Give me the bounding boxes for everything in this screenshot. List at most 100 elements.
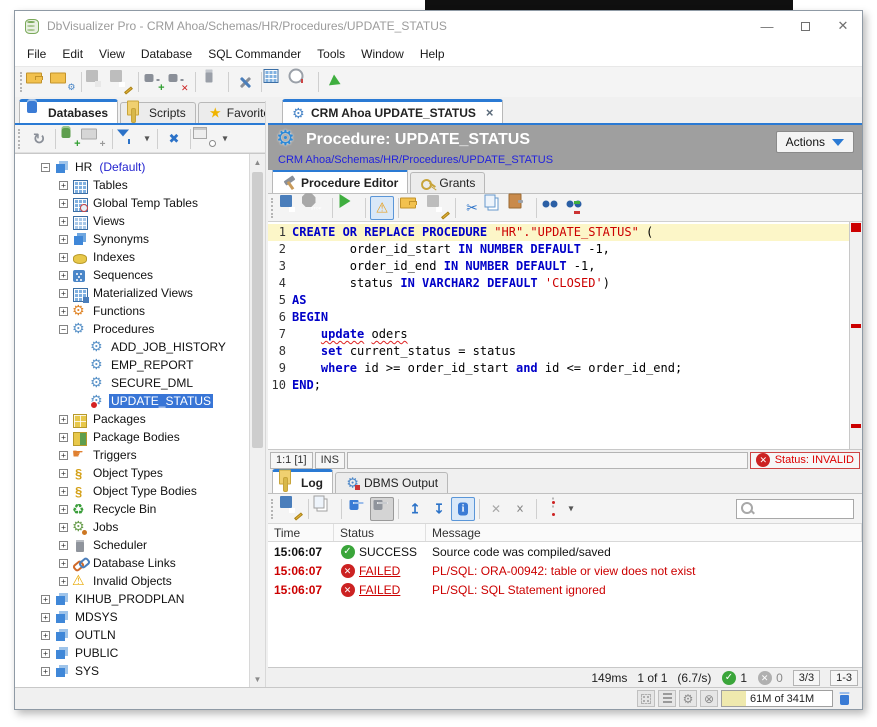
- tree-expander[interactable]: +: [59, 487, 68, 496]
- find-replace-icon[interactable]: [565, 196, 589, 220]
- copy-icon[interactable]: [313, 497, 337, 521]
- window-search-icon[interactable]: [195, 127, 219, 151]
- log-column-time[interactable]: Time: [268, 524, 334, 541]
- tree-expander[interactable]: +: [59, 469, 68, 478]
- error-marker[interactable]: [851, 424, 861, 428]
- tree-item-recycle-bin[interactable]: +Recycle Bin: [15, 500, 249, 518]
- tree-expander[interactable]: +: [41, 649, 50, 658]
- menu-item-file[interactable]: File: [19, 44, 54, 64]
- dropdown-icon[interactable]: [141, 127, 153, 151]
- server-icon[interactable]: [200, 70, 224, 94]
- tree-item-scheduler[interactable]: +Scheduler: [15, 536, 249, 554]
- scroll-bottom-icon[interactable]: [427, 497, 451, 521]
- log-row[interactable]: 15:06:07SUCCESSSource code was compiled/…: [268, 542, 862, 561]
- tree-item-materialized-views[interactable]: +Materialized Views: [15, 284, 249, 302]
- tree-expander[interactable]: +: [59, 541, 68, 550]
- save-icon[interactable]: [86, 70, 110, 94]
- tools-icon[interactable]: [233, 70, 257, 94]
- tree-item-public[interactable]: +PUBLIC: [15, 644, 249, 662]
- menu-item-tools[interactable]: Tools: [309, 44, 353, 64]
- tree-expander[interactable]: +: [41, 667, 50, 676]
- tree-expander[interactable]: −: [59, 325, 68, 334]
- tree-item-update-status[interactable]: UPDATE_STATUS: [15, 392, 249, 410]
- menu-item-help[interactable]: Help: [412, 44, 453, 64]
- tree-item-procedures[interactable]: −Procedures: [15, 320, 249, 338]
- tree-expander[interactable]: +: [59, 289, 68, 298]
- save-pencil-icon[interactable]: [110, 70, 134, 94]
- tree-item-package-bodies[interactable]: +Package Bodies: [15, 428, 249, 446]
- garbage-collect-button[interactable]: [836, 690, 856, 708]
- database-tree[interactable]: −HR(Default)+Tables+Global Temp Tables+V…: [15, 154, 249, 687]
- tree-item-object-type-bodies[interactable]: +Object Type Bodies: [15, 482, 249, 500]
- tree-expander[interactable]: −: [41, 163, 50, 172]
- tree-expander[interactable]: +: [59, 271, 68, 280]
- error-marker[interactable]: [851, 324, 861, 328]
- log-column-status[interactable]: Status: [334, 524, 426, 541]
- scroll-top-icon[interactable]: [403, 497, 427, 521]
- trash-gray-icon[interactable]: [370, 497, 394, 521]
- cut-icon[interactable]: [460, 196, 484, 220]
- collapse-icon[interactable]: [508, 497, 532, 521]
- tree-item-add-job-history[interactable]: ADD_JOB_HISTORY: [15, 338, 249, 356]
- menu-item-edit[interactable]: Edit: [54, 44, 91, 64]
- tab-log[interactable]: Log: [272, 469, 333, 493]
- info-icon[interactable]: [451, 497, 475, 521]
- log-status-label[interactable]: FAILED: [359, 583, 400, 597]
- trash-blue-icon[interactable]: [346, 497, 370, 521]
- collapse-all-icon[interactable]: [162, 127, 186, 151]
- tree-expander[interactable]: +: [41, 595, 50, 604]
- tree-item-invalid-objects[interactable]: +Invalid Objects: [15, 572, 249, 590]
- sql-editor[interactable]: 1CREATE OR REPLACE PROCEDURE "HR"."UPDAT…: [268, 222, 862, 450]
- scroll-down-button[interactable]: ▼: [250, 671, 265, 687]
- tree-item-triggers[interactable]: +Triggers: [15, 446, 249, 464]
- tree-item-object-types[interactable]: +Object Types: [15, 464, 249, 482]
- save-pencil-icon[interactable]: [427, 196, 451, 220]
- menu-item-database[interactable]: Database: [133, 44, 200, 64]
- menu-item-view[interactable]: View: [91, 44, 133, 64]
- scroll-track[interactable]: [250, 170, 265, 671]
- log-search-field[interactable]: [736, 499, 854, 519]
- dropdown-icon[interactable]: [219, 127, 231, 151]
- error-marker[interactable]: [851, 223, 861, 232]
- tree-expander[interactable]: +: [59, 199, 68, 208]
- tree-expander[interactable]: +: [59, 433, 68, 442]
- tree-expander[interactable]: +: [59, 235, 68, 244]
- close-button[interactable]: ✕: [824, 11, 862, 41]
- tree-item-views[interactable]: +Views: [15, 212, 249, 230]
- tab-databases[interactable]: Databases: [19, 99, 118, 123]
- tab-scripts[interactable]: Scripts: [120, 102, 196, 123]
- find-icon[interactable]: [541, 196, 565, 220]
- tree-item-outln[interactable]: +OUTLN: [15, 626, 249, 644]
- close-tab-icon[interactable]: ×: [486, 105, 494, 120]
- tree-item-sequences[interactable]: +Sequences: [15, 266, 249, 284]
- scroll-up-button[interactable]: ▲: [250, 154, 265, 170]
- connect-icon[interactable]: [143, 70, 167, 94]
- tree-item-global-temp-tables[interactable]: +Global Temp Tables: [15, 194, 249, 212]
- tree-expander[interactable]: +: [59, 505, 68, 514]
- tree-expander[interactable]: +: [59, 577, 68, 586]
- tree-expander[interactable]: +: [41, 631, 50, 640]
- tree-expander[interactable]: +: [59, 451, 68, 460]
- editor-toolbar-grip[interactable]: [271, 198, 277, 218]
- run-icon[interactable]: [337, 196, 361, 220]
- table-grid-icon[interactable]: [266, 70, 290, 94]
- log-search-input[interactable]: [757, 502, 850, 516]
- tree-item-secure-dml[interactable]: SECURE_DML: [15, 374, 249, 392]
- tree-item-database-links[interactable]: +Database Links: [15, 554, 249, 572]
- tree-item-functions[interactable]: +Functions: [15, 302, 249, 320]
- log-toolbar-grip[interactable]: [271, 499, 277, 519]
- log-row[interactable]: 15:06:07FAILEDPL/SQL: SQL Statement igno…: [268, 580, 862, 599]
- expand-icon[interactable]: [484, 497, 508, 521]
- scroll-thumb[interactable]: [252, 172, 263, 448]
- tree-item-packages[interactable]: +Packages: [15, 410, 249, 428]
- tree-expander[interactable]: +: [41, 613, 50, 622]
- tree-toolbar-grip[interactable]: [18, 129, 24, 149]
- log-status-label[interactable]: FAILED: [359, 564, 400, 578]
- tree-expander[interactable]: +: [59, 559, 68, 568]
- tab-crm-ahoa-update-status[interactable]: CRM Ahoa UPDATE_STATUS ×: [282, 99, 503, 123]
- minimize-button[interactable]: —: [748, 11, 786, 41]
- menu-item-sql-commander[interactable]: SQL Commander: [200, 44, 309, 64]
- tree-expander[interactable]: +: [59, 217, 68, 226]
- tree-item-synonyms[interactable]: +Synonyms: [15, 230, 249, 248]
- tree-expander[interactable]: +: [59, 181, 68, 190]
